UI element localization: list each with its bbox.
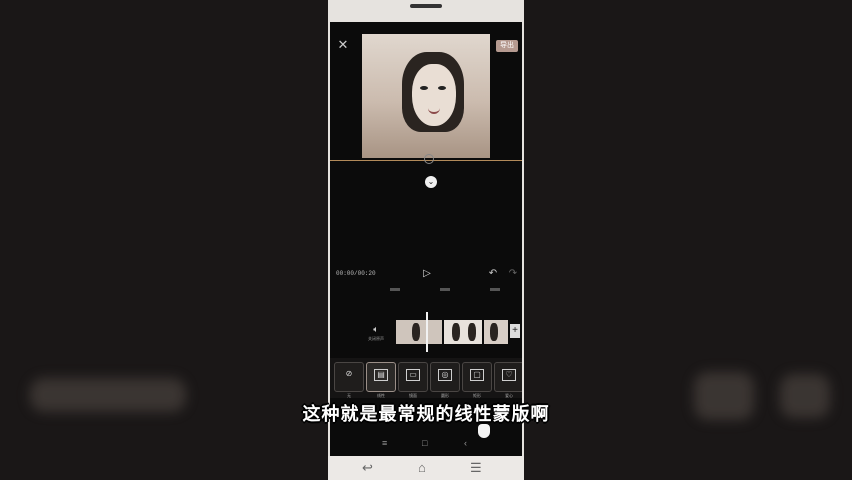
heart-mask-icon: ♡ — [502, 369, 516, 381]
mirror-mask-icon: ▭ — [406, 369, 420, 381]
close-button[interactable]: ✕ — [336, 38, 350, 52]
hand-cursor-icon — [478, 424, 490, 438]
video-subtitle: 这种就是最常规的线性蒙版啊 — [302, 404, 550, 424]
preview-eye — [420, 86, 428, 90]
menu-icon[interactable]: ≡ — [382, 438, 387, 448]
no-mask-icon: ⊘ — [345, 369, 353, 378]
mask-tool-heart[interactable]: ♡ 爱心 — [494, 362, 522, 398]
back-icon[interactable]: ↩ — [362, 460, 373, 476]
preview-eye — [438, 86, 446, 90]
mask-tool-label: 爱心 — [505, 393, 513, 398]
mask-tool-label: 矩形 — [473, 393, 481, 398]
redo-icon[interactable]: ↷ — [507, 268, 519, 280]
mask-tool-linear[interactable]: ▤ 线性 — [366, 362, 396, 398]
home-icon[interactable]: □ — [422, 438, 427, 448]
mask-tool-mirror[interactable]: ▭ 镜面 — [398, 362, 428, 398]
export-button[interactable]: 导出 — [496, 40, 518, 52]
playhead[interactable] — [426, 312, 428, 352]
clip-thumbnail-figure — [468, 323, 476, 341]
mask-rotate-handle[interactable] — [424, 154, 434, 164]
menu-icon[interactable]: ☰ — [470, 460, 482, 476]
undo-icon[interactable]: ↶ — [487, 268, 499, 280]
timecode: 00:00/00:20 — [336, 270, 376, 277]
blurred-icon-ghost — [694, 372, 754, 420]
mute-label: 关闭原声 — [368, 336, 384, 341]
preview-face — [412, 64, 456, 126]
preview-mouth — [428, 108, 440, 114]
blurred-toolbar-ghost — [30, 378, 186, 412]
clip-thumbnail-figure — [490, 323, 498, 341]
mask-tool-none[interactable]: ⊘ 无 — [334, 362, 364, 398]
play-icon[interactable]: ▷ — [421, 268, 433, 280]
mute-original-sound-button[interactable]: 🔈︎ 关闭原声 — [368, 324, 384, 344]
video-editor-screen: ✕ 导出 ⌄ 00:00/00:20 ▷ ↶ ↷ 🔈︎ 关闭原声 + ⊘ 无 ▤… — [330, 22, 522, 456]
mask-tool-circle[interactable]: ◎ 圆形 — [430, 362, 460, 398]
speaker-icon: 🔈︎ — [373, 324, 379, 334]
circle-mask-icon: ◎ — [438, 369, 452, 381]
blurred-icon-ghost — [780, 374, 830, 418]
timeline-ruler-tick — [490, 288, 500, 291]
video-preview[interactable] — [362, 34, 490, 158]
mask-tool-label: 线性 — [377, 393, 385, 398]
home-icon[interactable]: ⌂ — [418, 460, 426, 475]
mask-tool-label: 圆形 — [441, 393, 449, 398]
timeline-clip[interactable] — [484, 320, 508, 344]
timeline-clip[interactable] — [444, 320, 482, 344]
timeline-clip[interactable] — [396, 320, 442, 344]
mask-tool-label: 无 — [347, 393, 351, 398]
timeline-ruler-tick — [440, 288, 450, 291]
back-icon[interactable]: ‹ — [464, 438, 467, 448]
mask-tools-bar: ⊘ 无 ▤ 线性 ▭ 镜面 ◎ 圆形 ▢ 矩形 ♡ 爱心 — [330, 358, 522, 398]
inner-navigation-bar: ≡ □ ‹ — [330, 432, 522, 456]
mask-tool-label: 镜面 — [409, 393, 417, 398]
mask-tool-rectangle[interactable]: ▢ 矩形 — [462, 362, 492, 398]
plus-icon[interactable]: + — [510, 324, 520, 338]
linear-mask-icon: ▤ — [374, 369, 388, 381]
phone-speaker — [410, 4, 442, 8]
system-navigation-bar: ↩ ⌂ ☰ — [328, 456, 524, 480]
clip-thumbnail-figure — [412, 323, 420, 341]
clip-thumbnail-figure — [452, 323, 460, 341]
chevron-down-icon[interactable]: ⌄ — [425, 176, 437, 188]
rectangle-mask-icon: ▢ — [470, 369, 484, 381]
timeline-ruler-tick — [390, 288, 400, 291]
